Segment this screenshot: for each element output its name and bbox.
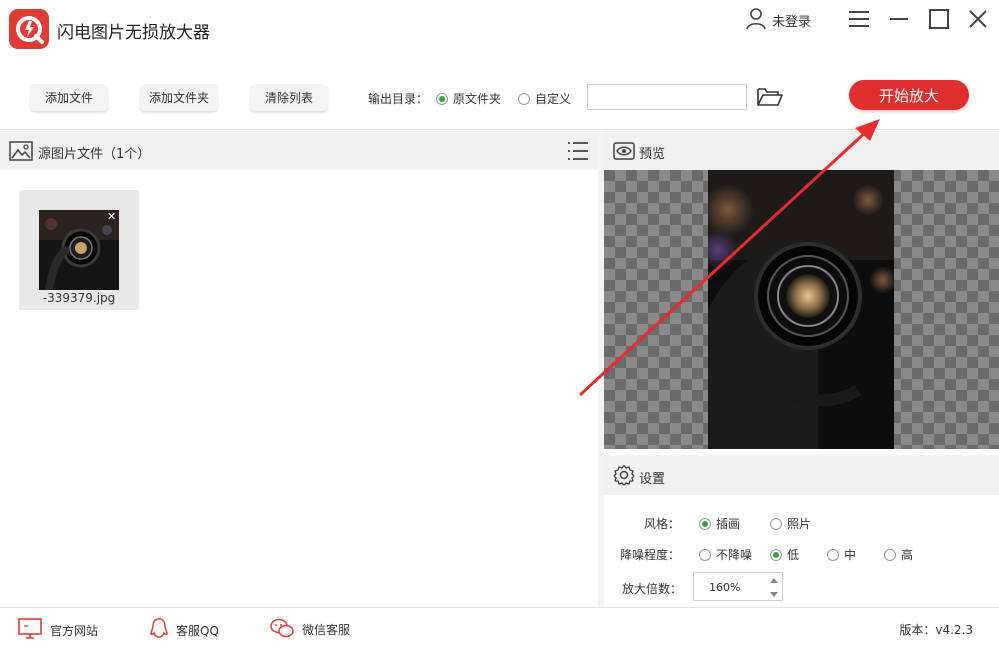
- login-label: 未登录: [772, 14, 812, 30]
- radio-icon[interactable]: [884, 548, 896, 561]
- version-label: 版本：v4.2.3: [899, 623, 973, 637]
- preview-canvas: [604, 170, 999, 449]
- radio-icon[interactable]: [827, 548, 839, 561]
- menu-icon[interactable]: [847, 7, 871, 31]
- denoise-option-high[interactable]: 高: [884, 546, 913, 563]
- radio-icon[interactable]: [436, 92, 448, 105]
- scale-value: 160%: [709, 581, 741, 594]
- list-icon[interactable]: [566, 139, 590, 163]
- scale-stepper[interactable]: 160%: [693, 572, 783, 601]
- output-dir-label: 输出目录：: [368, 92, 429, 106]
- gear-icon: [613, 464, 635, 489]
- output-path-input[interactable]: [587, 84, 747, 110]
- radio-icon[interactable]: [770, 548, 782, 561]
- preview-image: [708, 170, 894, 449]
- settings-title: 设置: [639, 472, 666, 487]
- radio-icon[interactable]: [699, 548, 711, 561]
- minimize-icon[interactable]: [887, 7, 911, 31]
- toolbar: 添加文件 添加文件夹 清除列表 输出目录： 原文件夹 自定义 开始放大: [0, 58, 999, 130]
- close-icon[interactable]: [966, 7, 990, 31]
- chevron-up-icon[interactable]: [768, 575, 780, 587]
- radio-icon[interactable]: [770, 517, 782, 530]
- denoise-option-medium[interactable]: 中: [827, 546, 856, 563]
- style-option-illustration[interactable]: 插画: [699, 515, 740, 532]
- image-icon: [9, 141, 33, 164]
- wechat-icon: [270, 618, 294, 641]
- monitor-icon: [18, 618, 42, 643]
- output-option-custom[interactable]: 自定义: [518, 90, 571, 107]
- status-bar: 官方网站 客服QQ 微信客服 版本：v4.2.3: [0, 607, 999, 647]
- list-item[interactable]: ✕ -339379.jpg: [19, 190, 139, 310]
- wechat-service-link[interactable]: 微信客服: [270, 618, 350, 641]
- clear-list-button[interactable]: 清除列表: [250, 84, 328, 111]
- preview-title: 预览: [639, 147, 666, 162]
- add-folder-button[interactable]: 添加文件夹: [140, 84, 218, 111]
- file-name: -339379.jpg: [42, 291, 116, 305]
- maximize-icon[interactable]: [927, 7, 951, 31]
- start-enlarge-button[interactable]: 开始放大: [849, 80, 969, 110]
- eye-icon: [613, 140, 635, 165]
- source-files-header: 源图片文件（1个）: [0, 131, 598, 170]
- customer-qq-link[interactable]: 客服QQ: [150, 618, 219, 643]
- remove-file-icon[interactable]: ✕: [107, 211, 116, 222]
- official-website-link[interactable]: 官方网站: [18, 618, 98, 643]
- output-option-original[interactable]: 原文件夹: [436, 90, 501, 107]
- preview-header: 预览: [604, 131, 999, 170]
- source-files-list: ✕ -339379.jpg: [0, 170, 598, 607]
- chevron-down-icon[interactable]: [768, 588, 780, 600]
- add-file-button[interactable]: 添加文件: [30, 84, 108, 111]
- app-title: 闪电图片无损放大器: [57, 23, 210, 43]
- title-bar: 闪电图片无损放大器 未登录: [0, 0, 999, 58]
- radio-icon[interactable]: [518, 92, 530, 105]
- radio-icon[interactable]: [699, 517, 711, 530]
- settings-header: 设置: [604, 455, 999, 495]
- style-label: 风格：: [643, 517, 680, 531]
- qq-icon: [150, 618, 168, 643]
- scale-label: 放大倍数：: [621, 582, 682, 596]
- denoise-option-none[interactable]: 不降噪: [699, 546, 752, 563]
- denoise-option-low[interactable]: 低: [770, 546, 799, 563]
- login-button[interactable]: 未登录: [744, 8, 811, 32]
- source-files-title: 源图片文件（1个）: [38, 147, 151, 162]
- style-option-photo[interactable]: 照片: [770, 515, 811, 532]
- folder-open-icon[interactable]: [756, 85, 784, 109]
- user-icon: [744, 6, 768, 34]
- denoise-label: 降噪程度：: [620, 548, 681, 562]
- app-logo-icon: [9, 9, 49, 49]
